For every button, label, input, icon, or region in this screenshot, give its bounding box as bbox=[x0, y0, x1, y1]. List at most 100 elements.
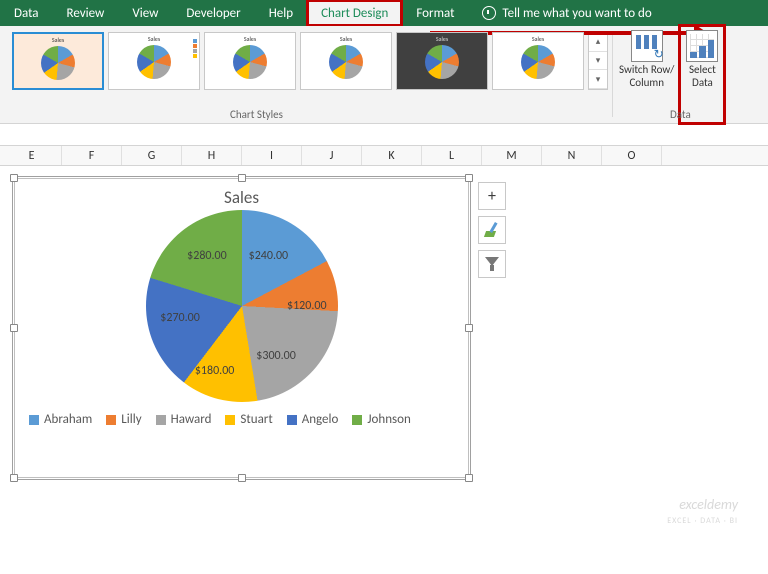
formula-bar-strip bbox=[0, 124, 768, 146]
mini-legend bbox=[193, 39, 197, 58]
scroll-down-icon[interactable]: ▾ bbox=[589, 52, 607, 71]
chart-style-thumb-3[interactable]: Sales bbox=[204, 32, 296, 90]
lightbulb-icon bbox=[482, 6, 496, 20]
legend-swatch bbox=[225, 415, 235, 425]
resize-handle[interactable] bbox=[465, 324, 473, 332]
col-header[interactable]: G bbox=[122, 146, 182, 165]
pie-chart[interactable]: $240.00 $120.00 $300.00 $180.00 $270.00 … bbox=[146, 210, 338, 402]
watermark: exceldemy EXCEL · DATA · BI bbox=[667, 498, 738, 526]
gallery-more[interactable]: ▴ ▾ ▾ bbox=[588, 32, 608, 90]
chart-style-thumb-5[interactable]: Sales bbox=[396, 32, 488, 90]
legend-swatch bbox=[352, 415, 362, 425]
chart-style-thumb-2[interactable]: Sales bbox=[108, 32, 200, 90]
resize-handle[interactable] bbox=[465, 174, 473, 182]
chart-elements-button[interactable]: + bbox=[478, 182, 506, 210]
chart-style-thumb-1[interactable]: Sales bbox=[12, 32, 104, 90]
legend-swatch bbox=[156, 415, 166, 425]
legend-label: Stuart bbox=[240, 412, 272, 427]
thumb-title: Sales bbox=[340, 35, 352, 43]
tab-help[interactable]: Help bbox=[255, 0, 307, 26]
col-header[interactable]: L bbox=[422, 146, 482, 165]
tell-me-label: Tell me what you want to do bbox=[502, 6, 651, 21]
tab-format[interactable]: Format bbox=[402, 0, 468, 26]
chart-plot-area[interactable]: Sales $240.00 $120.00 $300.00 $180.00 $2… bbox=[14, 178, 469, 478]
col-header[interactable]: N bbox=[542, 146, 602, 165]
col-header[interactable]: O bbox=[602, 146, 662, 165]
chart-legend[interactable]: Abraham Lilly Haward Stuart Angelo Johns… bbox=[15, 402, 468, 427]
chart-title[interactable]: Sales bbox=[15, 179, 468, 210]
ribbon: Sales Sales Sales Sales Sales Sales ▴ bbox=[0, 26, 768, 124]
tab-data[interactable]: Data bbox=[0, 0, 53, 26]
group-label-chart-styles: Chart Styles bbox=[230, 108, 283, 121]
thumb-title: Sales bbox=[52, 36, 64, 44]
select-data-icon bbox=[686, 30, 718, 62]
column-headers: E F G H I J K L M N O bbox=[0, 146, 768, 166]
legend-label: Johnson bbox=[367, 412, 410, 427]
chart-style-thumb-6[interactable]: Sales bbox=[492, 32, 584, 90]
data-label: $180.00 bbox=[195, 364, 235, 378]
chart-style-thumb-4[interactable]: Sales bbox=[300, 32, 392, 90]
legend-item: Abraham bbox=[29, 412, 92, 427]
legend-swatch bbox=[29, 415, 39, 425]
col-header[interactable]: F bbox=[62, 146, 122, 165]
worksheet-area[interactable]: Sales $240.00 $120.00 $300.00 $180.00 $2… bbox=[0, 166, 768, 574]
thumb-title: Sales bbox=[532, 35, 544, 43]
tab-developer[interactable]: Developer bbox=[172, 0, 254, 26]
col-header[interactable]: K bbox=[362, 146, 422, 165]
resize-handle[interactable] bbox=[238, 174, 246, 182]
tab-review[interactable]: Review bbox=[53, 0, 119, 26]
data-label: $270.00 bbox=[160, 311, 200, 325]
mini-pie-icon bbox=[41, 46, 75, 80]
data-label: $280.00 bbox=[187, 249, 227, 263]
thumb-title: Sales bbox=[244, 35, 256, 43]
resize-handle[interactable] bbox=[465, 474, 473, 482]
col-header[interactable]: H bbox=[182, 146, 242, 165]
tell-me-search[interactable]: Tell me what you want to do bbox=[468, 0, 665, 26]
resize-handle[interactable] bbox=[238, 474, 246, 482]
chart-styles-gallery: Sales Sales Sales Sales Sales Sales ▴ bbox=[0, 26, 612, 123]
plus-icon: + bbox=[488, 187, 496, 206]
ribbon-tabs: Data Review View Developer Help Chart De… bbox=[0, 0, 768, 26]
scroll-up-icon[interactable]: ▴ bbox=[589, 33, 607, 52]
legend-item: Johnson bbox=[352, 412, 410, 427]
group-label-data: Data bbox=[670, 108, 691, 121]
switch-row-column-icon bbox=[631, 30, 663, 62]
data-label: $240.00 bbox=[249, 249, 289, 263]
mini-pie-icon bbox=[329, 45, 363, 79]
switch-row-column-label: Switch Row/ Column bbox=[619, 64, 674, 89]
chart-styles-button[interactable] bbox=[478, 216, 506, 244]
mini-pie-icon bbox=[521, 45, 555, 79]
thumb-title: Sales bbox=[436, 35, 448, 43]
col-header[interactable]: E bbox=[2, 146, 62, 165]
embedded-chart[interactable]: Sales $240.00 $120.00 $300.00 $180.00 $2… bbox=[14, 178, 469, 478]
watermark-tag: EXCEL · DATA · BI bbox=[667, 516, 738, 526]
tab-chart-design[interactable]: Chart Design bbox=[307, 0, 402, 26]
legend-item: Haward bbox=[156, 412, 212, 427]
mini-pie-icon bbox=[137, 45, 171, 79]
tab-view[interactable]: View bbox=[118, 0, 172, 26]
funnel-icon bbox=[485, 257, 499, 271]
mini-pie-icon bbox=[425, 45, 459, 79]
data-label: $120.00 bbox=[287, 299, 327, 313]
expand-gallery-icon[interactable]: ▾ bbox=[589, 70, 607, 89]
resize-handle[interactable] bbox=[10, 474, 18, 482]
legend-label: Angelo bbox=[302, 412, 339, 427]
legend-label: Lilly bbox=[121, 412, 141, 427]
resize-handle[interactable] bbox=[10, 324, 18, 332]
col-header[interactable]: M bbox=[482, 146, 542, 165]
legend-item: Angelo bbox=[287, 412, 339, 427]
col-header[interactable]: I bbox=[242, 146, 302, 165]
legend-item: Stuart bbox=[225, 412, 272, 427]
select-data-label: Select Data bbox=[689, 64, 716, 89]
legend-swatch bbox=[106, 415, 116, 425]
legend-item: Lilly bbox=[106, 412, 141, 427]
thumb-title: Sales bbox=[148, 35, 160, 43]
col-header[interactable]: J bbox=[302, 146, 362, 165]
mini-pie-icon bbox=[233, 45, 267, 79]
watermark-brand: exceldemy bbox=[679, 496, 738, 513]
legend-label: Abraham bbox=[44, 412, 92, 427]
legend-swatch bbox=[287, 415, 297, 425]
chart-filters-button[interactable] bbox=[478, 250, 506, 278]
resize-handle[interactable] bbox=[10, 174, 18, 182]
data-label: $300.00 bbox=[256, 349, 296, 363]
